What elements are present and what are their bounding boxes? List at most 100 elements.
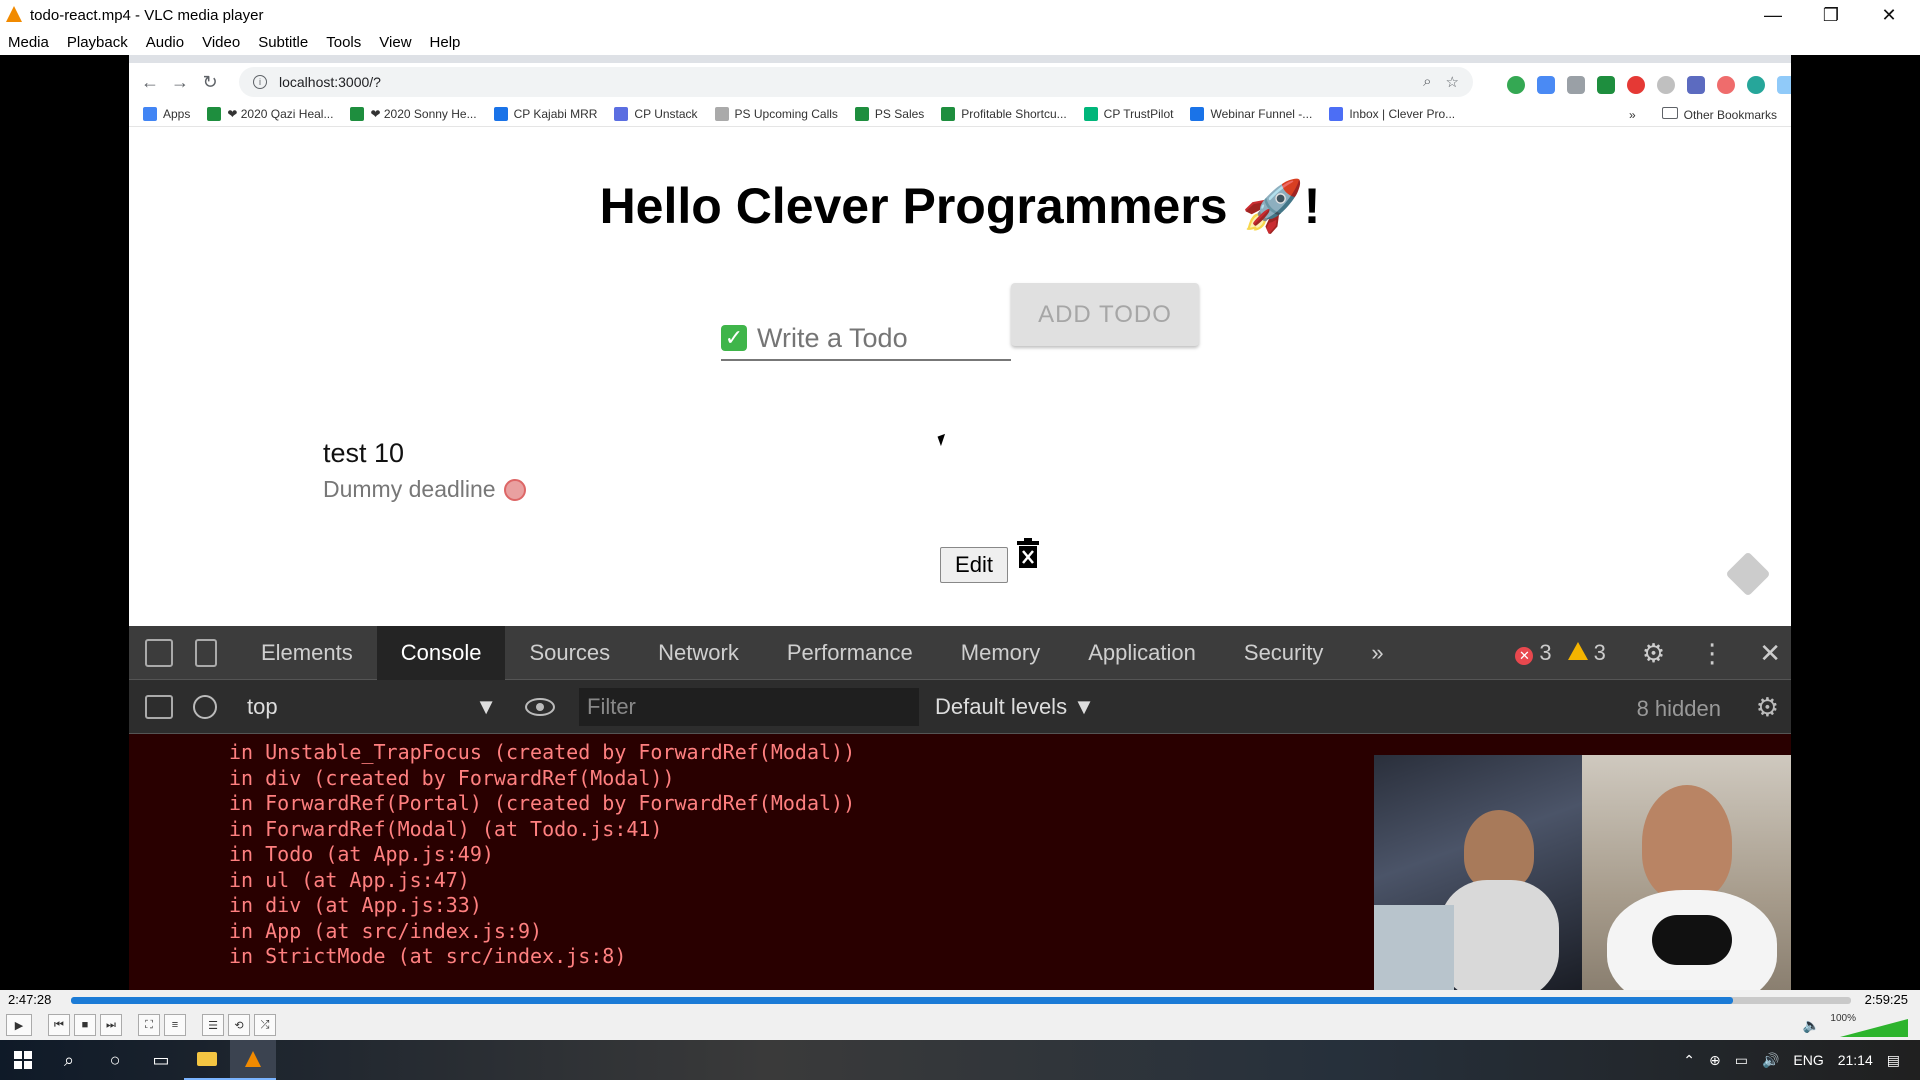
menu-playback[interactable]: Playback xyxy=(67,34,128,51)
bookmark-item[interactable]: Apps xyxy=(143,106,191,121)
extended-settings-button[interactable]: ≡ xyxy=(164,1014,186,1036)
close-devtools-icon[interactable]: ✕ xyxy=(1759,638,1781,669)
bookmark-item[interactable]: CP TrustPilot xyxy=(1083,106,1173,121)
extension-icon xyxy=(1627,76,1645,94)
more-tabs-button[interactable]: » xyxy=(1347,626,1407,680)
volume-icon[interactable]: 🔊 xyxy=(1762,1052,1779,1069)
network-icon[interactable]: ⊕ xyxy=(1709,1052,1721,1069)
tab-sources[interactable]: Sources xyxy=(505,626,634,680)
menu-help[interactable]: Help xyxy=(430,34,461,51)
shuffle-button[interactable]: ⤮ xyxy=(254,1014,276,1036)
menu-audio[interactable]: Audio xyxy=(146,34,184,51)
vlc-taskbar-icon[interactable] xyxy=(230,1040,276,1080)
tab-elements[interactable]: Elements xyxy=(237,626,377,680)
bookmark-label: ❤ 2020 Qazi Heal... xyxy=(227,106,334,121)
close-window-button[interactable]: ✕ xyxy=(1860,0,1918,30)
other-bookmarks[interactable]: Other Bookmarks xyxy=(1661,107,1777,122)
bookmark-item[interactable]: ❤ 2020 Qazi Heal... xyxy=(207,106,334,121)
next-button[interactable]: ⏭ xyxy=(100,1014,122,1036)
tab-application[interactable]: Application xyxy=(1064,626,1220,680)
bookmark-item[interactable]: CP Kajabi MRR xyxy=(493,106,597,121)
volume-slider[interactable]: 100% xyxy=(1818,1013,1908,1037)
clock[interactable]: 21:14 xyxy=(1838,1052,1873,1068)
delete-icon[interactable] xyxy=(1017,538,1039,568)
todo-item-deadline: Dummy deadline xyxy=(323,476,526,503)
cortana-icon[interactable]: ○ xyxy=(92,1040,138,1080)
more-bookmarks-button[interactable]: » xyxy=(1629,108,1636,122)
gear-icon[interactable]: ⚙ xyxy=(1642,638,1665,669)
bookmark-label: Profitable Shortcu... xyxy=(961,106,1067,121)
play-button[interactable]: ▶ xyxy=(6,1014,32,1036)
bookmarks-right: » Other Bookmarks xyxy=(1629,107,1777,122)
error-icon: ✕ xyxy=(1515,647,1534,665)
address-bar: i localhost:3000/? ⌕ ☆ xyxy=(239,67,1473,97)
bookmark-icon xyxy=(1083,106,1098,121)
edit-button[interactable]: Edit xyxy=(940,547,1008,583)
maximize-button[interactable]: ❐ xyxy=(1802,0,1860,30)
todo-input-placeholder: Write a Todo xyxy=(757,322,908,353)
checkmark-icon: ✓ xyxy=(721,325,747,351)
menu-tools[interactable]: Tools xyxy=(326,34,361,51)
minimize-button[interactable]: — xyxy=(1744,0,1802,30)
language-indicator[interactable]: ENG xyxy=(1793,1052,1823,1068)
page-title: Hello Clever Programmers 🚀! xyxy=(599,178,1321,234)
task-view-icon[interactable]: ▭ xyxy=(138,1040,184,1080)
inspect-element-icon[interactable] xyxy=(145,638,173,667)
stop-button[interactable]: ■ xyxy=(74,1014,96,1036)
todo-input[interactable]: ✓ Write a Todo xyxy=(721,317,1011,361)
bookmark-label: Apps xyxy=(163,106,191,121)
playlist-button[interactable]: ☰ xyxy=(202,1014,224,1036)
fullscreen-button[interactable]: ⛶ xyxy=(138,1014,160,1036)
bookmark-item[interactable]: PS Upcoming Calls xyxy=(714,106,838,121)
tab-console[interactable]: Console xyxy=(376,625,506,680)
info-icon: i xyxy=(253,75,267,89)
video-area[interactable]: ← → ↻ i localhost:3000/? ⌕ ☆ Apps ❤ 2020… xyxy=(0,55,1920,990)
bookmark-item[interactable]: CP Unstack xyxy=(614,106,698,121)
start-button[interactable] xyxy=(0,1040,46,1080)
tab-security[interactable]: Security xyxy=(1220,626,1347,680)
warning-counter[interactable]: 3 xyxy=(1567,640,1606,666)
default-levels-select[interactable]: Default levels ▼ xyxy=(935,694,1095,720)
error-counter[interactable]: ✕ 3 xyxy=(1515,640,1552,666)
browser-tab-strip xyxy=(129,55,1791,63)
bookmark-icon xyxy=(143,106,157,121)
tab-network[interactable]: Network xyxy=(634,626,763,680)
context-select[interactable]: top ▼ xyxy=(247,694,507,720)
menu-view[interactable]: View xyxy=(379,34,411,51)
add-todo-button[interactable]: ADD TODO xyxy=(1011,283,1199,346)
context-value: top xyxy=(247,693,278,719)
warning-icon xyxy=(1567,642,1588,660)
battery-icon[interactable]: ▭ xyxy=(1735,1052,1748,1069)
tab-memory[interactable]: Memory xyxy=(937,626,1064,680)
tab-performance[interactable]: Performance xyxy=(763,626,937,680)
eye-icon[interactable] xyxy=(525,697,555,716)
sidebar-toggle-icon[interactable] xyxy=(145,694,173,719)
menu-media[interactable]: Media xyxy=(8,34,49,51)
seek-slider[interactable] xyxy=(71,997,1851,1004)
speaker-icon[interactable]: 🔈 xyxy=(1803,1017,1820,1034)
menu-subtitle[interactable]: Subtitle xyxy=(258,34,308,51)
console-settings-icon[interactable]: ⚙ xyxy=(1756,692,1779,723)
device-toggle-icon[interactable] xyxy=(195,638,217,667)
chevron-up-icon[interactable]: ⌃ xyxy=(1683,1052,1695,1069)
bookmark-icon xyxy=(854,106,869,121)
bookmark-item[interactable]: Inbox | Clever Pro... xyxy=(1329,106,1455,121)
bookmark-label: ❤ 2020 Sonny He... xyxy=(370,106,477,121)
bookmark-item[interactable]: PS Sales xyxy=(854,106,924,121)
notifications-icon[interactable]: ▤ xyxy=(1887,1052,1900,1069)
bookmark-item[interactable]: Profitable Shortcu... xyxy=(941,106,1067,121)
bookmark-item[interactable]: Webinar Funnel -... xyxy=(1190,106,1312,121)
previous-button[interactable]: ⏮ xyxy=(48,1014,70,1036)
extension-icon xyxy=(1567,76,1585,94)
menu-video[interactable]: Video xyxy=(202,34,240,51)
kebab-menu-icon[interactable]: ⋮ xyxy=(1699,638,1725,669)
bookmark-item[interactable]: ❤ 2020 Sonny He... xyxy=(350,106,477,121)
clear-console-icon[interactable] xyxy=(193,694,217,719)
filter-input[interactable]: Filter xyxy=(579,687,919,726)
file-explorer-icon[interactable] xyxy=(184,1040,230,1080)
search-icon[interactable]: ⌕ xyxy=(46,1040,92,1080)
loop-button[interactable]: ⟲ xyxy=(228,1014,250,1036)
seek-row: 2:47:28 2:59:25 xyxy=(0,990,1920,1010)
presenter-face xyxy=(1464,810,1534,890)
extension-icon xyxy=(1537,76,1555,94)
